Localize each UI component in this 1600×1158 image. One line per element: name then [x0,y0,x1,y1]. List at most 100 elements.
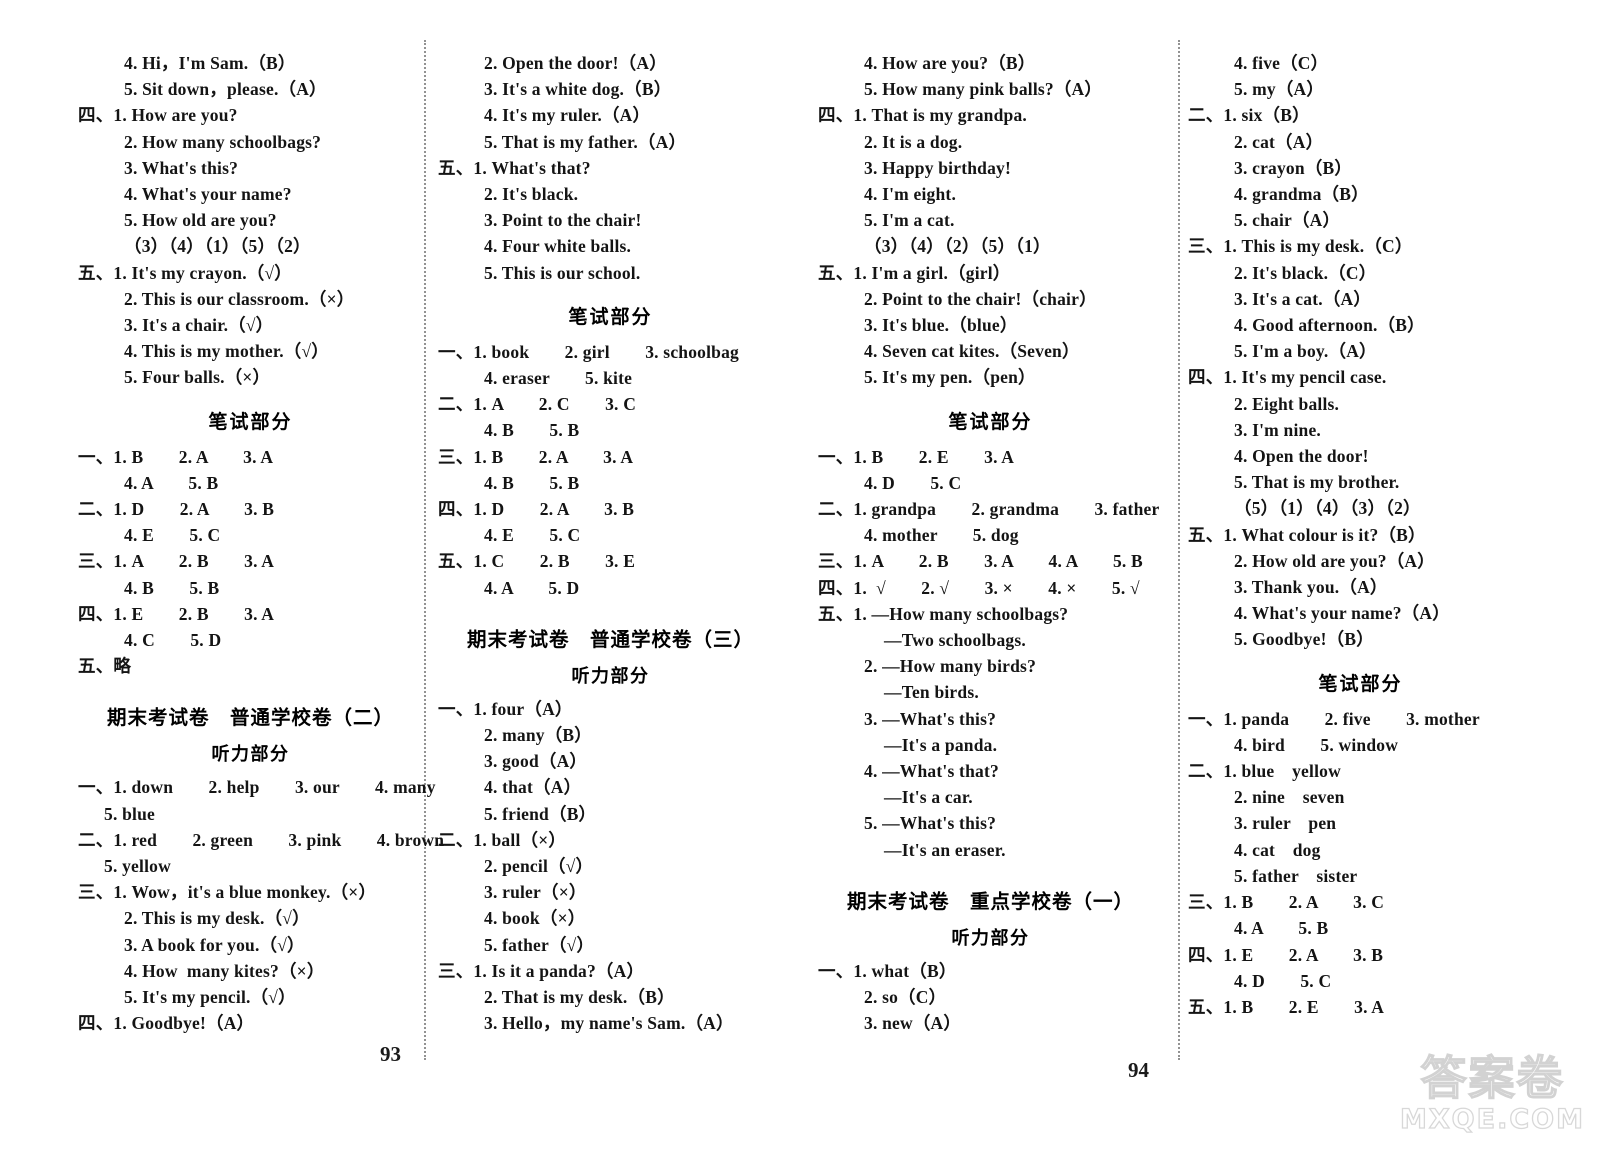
answer-line: 4. D 5. C [1234,970,1332,991]
answer-line: 一、1. book 2. girl 3. schoolbag [438,341,740,362]
section-header-listening: 听力部分 [211,744,290,766]
answer-line: 4. A 5. B [124,472,219,493]
answer-line: 4. cat dog [1234,839,1321,860]
answer-line: 2. —How many birds? [864,656,1037,677]
answer-line: 5. It's my pen.（pen） [864,367,1036,388]
answer-line: 2. Open the door!（A） [484,53,667,73]
answer-line: 4. It's my ruler.（A） [484,105,651,126]
answer-line: 3. Thank you.（A） [1234,577,1388,598]
answer-line: 4. bird 5. window [1234,734,1399,755]
answer-line: 2. How old are you?（A） [1234,550,1435,571]
answer-line: 4. mother 5. dog [864,525,1019,546]
answer-line: 3. good（A） [484,751,588,772]
watermark-domain: MXQE.COM [1399,1103,1585,1135]
answer-line: 3. crayon（B） [1234,157,1353,178]
answer-line: 5. How old are you? [124,210,277,231]
answer-line: 5. father（√） [484,934,595,955]
answer-line: 3. It's a chair.（√） [124,315,274,336]
answer-line: 五、1. C 2. B 3. E [438,551,636,572]
answer-line: 4. book（×） [484,908,586,929]
answer-line: 二、1. red 2. green 3. pink 4. brown [78,829,445,850]
answer-line: 2. That is my desk.（B） [484,987,675,1008]
answer-line: 2. Point to the chair!（chair） [864,288,1097,309]
answer-line: 2. It's black.（C） [1234,262,1377,283]
answer-line: 2. cat（A） [1234,131,1324,152]
answer-line: 3. Point to the chair! [484,210,642,231]
answer-line: 4. I'm eight. [864,184,957,205]
answer-line: 四、1. That is my grandpa. [818,105,1027,126]
answer-line: —Two schoolbags. [884,630,1026,651]
answer-line: 3. What's this? [124,157,239,178]
watermark: 答案卷 MXQE.COM [1390,1051,1595,1156]
paper-title-key-1: 期末考试卷 重点学校卷（一） [846,889,1134,913]
answer-line: 4. that（A） [484,777,582,798]
paper-title-common-3: 期末考试卷 普通学校卷（三） [466,627,754,651]
answer-line: 三、1. Is it a panda?（A） [438,960,645,981]
answer-line: 四、1. How are you? [78,105,238,126]
answer-line: 五、1. What's that? [438,157,591,178]
section-header-listening: 听力部分 [951,927,1030,949]
answer-line: 二、1. D 2. A 3. B [78,499,275,520]
answer-line: 2. pencil（√） [484,856,594,877]
answer-line: 2. It's black. [484,184,579,205]
answer-line: 三、1. This is my desk.（C） [1188,236,1413,257]
answer-line: 4. What's your name?（A） [1234,603,1450,624]
column-divider-right [1178,40,1180,1060]
answer-line: 三、1. A 2. B 3. A [78,551,275,572]
answer-line: 3. It's a cat.（A） [1234,288,1372,309]
answer-line: 2. It is a dog. [864,131,963,152]
paper-title-common-2: 期末考试卷 普通学校卷（二） [106,706,394,730]
answer-line: 3. I'm nine. [1234,419,1321,440]
answer-line: —It's an eraser. [884,839,1006,860]
answer-line: 4. B 5. B [124,577,220,598]
answer-line: 4. B 5. B [484,472,580,493]
answer-line: 5. father sister [1234,865,1358,886]
column-2: 2. Open the door!（A） 3. It's a white dog… [438,50,783,1037]
answer-line: 五、1. B 2. E 3. A [1188,996,1385,1017]
answer-line: 五、略 [78,656,132,677]
section-header-listening: 听力部分 [571,665,650,687]
page-number-left: 93 [380,1042,401,1066]
answer-line: 4. five（C） [1234,53,1329,73]
answer-line: 5. This is our school. [484,262,641,283]
answer-line: 4. Four white balls. [484,236,632,257]
answer-line: 5. It's my pencil.（√） [124,987,296,1008]
answer-line: 一、1. down 2. help 3. our 4. many [78,777,436,798]
answer-line: 二、1. ball（×） [438,829,567,850]
answer-line: （5）（1）（4）（3）（2） [1234,498,1421,519]
section-header-written: 笔试部分 [568,305,653,328]
answer-line: 四、1. It's my pencil case. [1188,367,1387,388]
answer-line: 4. E 5. C [124,525,221,546]
answer-line: 3. A book for you.（√） [124,934,305,955]
answer-line: 3. ruler pen [1234,813,1337,834]
answer-line: 一、1. four（A） [438,698,573,719]
column-1: 4. Hi，I'm Sam.（B） 5. Sit down，please.（A）… [78,50,445,1037]
answer-line: 5. my（A） [1234,79,1325,100]
answer-line: 三、1. B 2. A 3. C [1188,892,1385,913]
answer-line: 四、1. √ 2. √ 3. × 4. × 5. √ [818,577,1140,598]
answer-line: 4. A 5. B [1234,918,1329,939]
answer-line: 5. Sit down，please.（A） [124,79,327,100]
answer-line: 4. What's your name? [124,184,292,205]
answer-line: 5. friend（B） [484,803,597,824]
section-header-written: 笔试部分 [1318,672,1403,695]
answer-line: 3. Hello，my name's Sam.（A） [484,1013,734,1034]
answer-line: 5. Four balls.（×） [124,367,271,388]
answer-line: 五、1. —How many schoolbags? [818,603,1069,624]
answer-line: 4. E 5. C [484,525,581,546]
column-3: 4. How are you?（B） 5. How many pink ball… [818,50,1163,1037]
answer-line: 4. B 5. B [484,420,580,441]
answer-line: 4. C 5. D [124,630,222,651]
answer-line: （3）（4）（2）（5）（1） [864,236,1051,257]
answer-line: 2. How many schoolbags? [124,131,322,152]
answer-line: 二、1. grandpa 2. grandma 3. father [818,499,1160,520]
page-number-right: 94 [1128,1058,1149,1082]
answer-line: 4. How many kites?（×） [124,960,325,981]
answer-key-page: 4. Hi，I'm Sam.（B） 5. Sit down，please.（A）… [0,0,1600,1158]
answer-line: 四、1. Goodbye!（A） [78,1013,255,1034]
answer-line: 4. A 5. D [484,577,580,598]
answer-line: 4. grandma（B） [1234,184,1369,205]
answer-line: 4. Hi，I'm Sam.（B） [124,53,296,73]
answer-line: 3. It's blue.（blue） [864,315,1018,336]
answer-line: 5. —What's this? [864,813,997,834]
